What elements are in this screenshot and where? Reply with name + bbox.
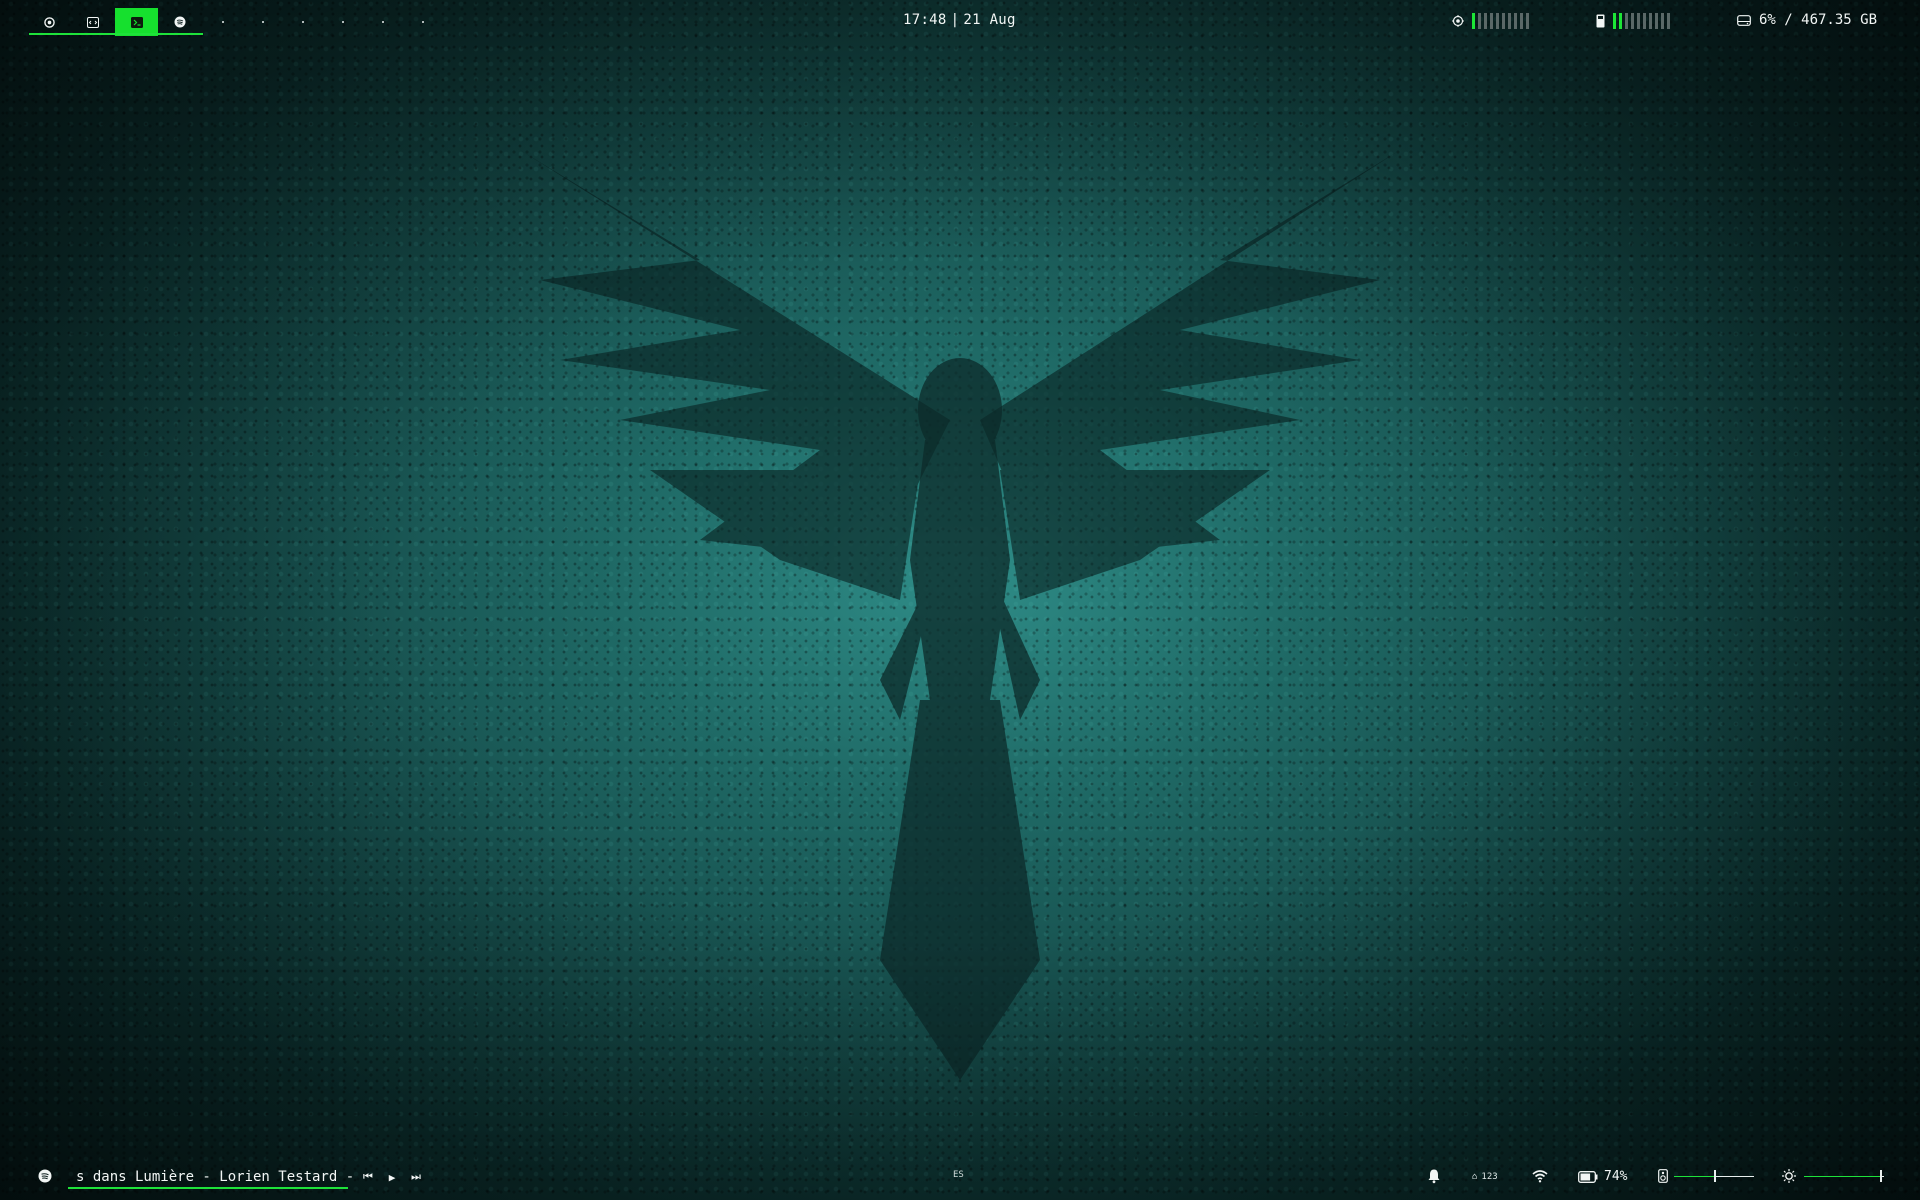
empty-workspace-dot xyxy=(222,21,224,23)
cpu-bar-segment xyxy=(1502,13,1505,29)
memory-bar-segment xyxy=(1643,13,1646,29)
terminal-icon xyxy=(130,16,143,28)
memory-bar-segment xyxy=(1613,13,1616,29)
clock-separator: | xyxy=(950,12,960,28)
memory-bar-segment xyxy=(1661,13,1664,29)
cpu-bar-segment xyxy=(1496,13,1499,29)
clock[interactable]: 17:48 | 21 Aug xyxy=(903,12,1016,28)
workspace-9[interactable] xyxy=(376,8,390,36)
memory-bar-segment xyxy=(1625,13,1628,29)
spotify-icon xyxy=(174,16,186,28)
code-icon xyxy=(87,16,99,28)
battery-percent: 74% xyxy=(1604,1169,1628,1184)
brightness-slider-fill xyxy=(1804,1176,1880,1177)
workspace-10[interactable] xyxy=(416,8,430,36)
empty-workspace-dot xyxy=(342,21,344,23)
empty-workspace-dot xyxy=(262,21,264,23)
empty-workspace-dot xyxy=(302,21,304,23)
cpu-meter[interactable] xyxy=(1452,13,1529,29)
disk-icon xyxy=(1737,14,1751,26)
memory-meter[interactable] xyxy=(1596,13,1670,29)
memory-bar-segment xyxy=(1619,13,1622,29)
cpu-bar-segment xyxy=(1484,13,1487,29)
workspace-6[interactable] xyxy=(256,8,270,36)
memory-bar-segment xyxy=(1631,13,1634,29)
volume-slider-rest xyxy=(1716,1176,1754,1177)
top-bar: 17:48 | 21 Aug 6% / 467.35 GB xyxy=(0,0,1920,46)
lock-keys-indicator: ⌂ 123 xyxy=(1472,1172,1498,1182)
cpu-bar-segment xyxy=(1508,13,1511,29)
speaker-icon xyxy=(1658,1169,1668,1183)
next-track-button[interactable]: ⏭ xyxy=(409,1170,423,1184)
workspace-4-spotify[interactable] xyxy=(173,8,187,36)
wifi-icon[interactable] xyxy=(1532,1169,1548,1183)
volume-slider-fill xyxy=(1674,1176,1714,1177)
disk-usage-text: 6% / 467.35 GB xyxy=(1759,12,1878,28)
spotify-icon[interactable] xyxy=(38,1169,52,1183)
chrome-icon xyxy=(43,16,55,28)
cpu-bar-segment xyxy=(1514,13,1517,29)
date-text: 21 Aug xyxy=(963,12,1016,28)
bell-icon[interactable] xyxy=(1426,1168,1442,1184)
play-button[interactable]: ▶ xyxy=(385,1170,399,1184)
now-playing-underline xyxy=(68,1187,348,1189)
workspace-7[interactable] xyxy=(296,8,310,36)
caps-lock-icon: ⌂ xyxy=(1472,1172,1478,1182)
workspace-2-code[interactable] xyxy=(86,8,100,36)
keyboard-layout-indicator[interactable]: ES xyxy=(953,1170,964,1180)
battery-icon xyxy=(1578,1170,1598,1183)
volume-slider[interactable] xyxy=(1674,1169,1754,1183)
workspace-1-chrome[interactable] xyxy=(42,8,56,36)
previous-track-button[interactable]: ⏮ xyxy=(361,1170,375,1184)
brightness-slider[interactable] xyxy=(1804,1169,1884,1183)
now-playing-title[interactable]: s dans Lumière - Lorien Testard - xyxy=(76,1169,354,1185)
disk-usage[interactable]: 6% / 467.35 GB xyxy=(1737,12,1877,28)
workspace-3-terminal[interactable] xyxy=(115,8,158,36)
memory-bars xyxy=(1613,13,1670,29)
memory-bar-segment xyxy=(1655,13,1658,29)
volume-control[interactable] xyxy=(1658,1169,1754,1183)
workspace-8[interactable] xyxy=(336,8,350,36)
cpu-bars xyxy=(1472,13,1529,29)
cpu-bar-segment xyxy=(1472,13,1475,29)
wallpaper-vignette xyxy=(0,0,1920,1200)
cpu-icon xyxy=(1452,15,1464,27)
num-lock-indicator: 123 xyxy=(1481,1172,1498,1182)
time-text: 17:48 xyxy=(903,12,947,28)
brightness-icon xyxy=(1782,1169,1796,1183)
memory-icon xyxy=(1596,14,1605,28)
cpu-bar-segment xyxy=(1490,13,1493,29)
empty-workspace-dot xyxy=(382,21,384,23)
memory-bar-segment xyxy=(1637,13,1640,29)
cpu-bar-segment xyxy=(1520,13,1523,29)
brightness-control[interactable] xyxy=(1782,1169,1884,1183)
cpu-bar-segment xyxy=(1478,13,1481,29)
memory-bar-segment xyxy=(1667,13,1670,29)
workspace-5[interactable] xyxy=(216,8,230,36)
cpu-bar-segment xyxy=(1526,13,1529,29)
brightness-slider-rest xyxy=(1882,1176,1884,1177)
memory-bar-segment xyxy=(1649,13,1652,29)
battery-indicator[interactable]: 74% xyxy=(1578,1169,1627,1184)
workspace-indicator-underline xyxy=(29,33,203,35)
empty-workspace-dot xyxy=(422,21,424,23)
